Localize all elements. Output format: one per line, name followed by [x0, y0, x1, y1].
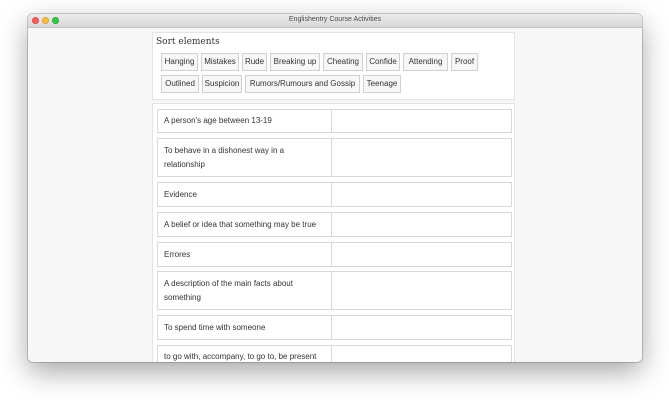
chip-proof[interactable]: Proof	[451, 53, 478, 71]
drop-zone[interactable]	[333, 346, 511, 362]
match-row: A person's age between 13-19	[157, 109, 512, 133]
definition-text: to go with, accompany, to go to, be pres…	[158, 346, 332, 362]
drop-zone[interactable]	[333, 110, 511, 132]
chip-rude[interactable]: Rude	[242, 53, 267, 71]
matching-list: A person's age between 13-19 To behave i…	[152, 103, 515, 362]
definition-text: To spend time with someone	[158, 316, 332, 339]
definition-text: A person's age between 13-19	[158, 110, 332, 132]
chip-mistakes[interactable]: Mistakes	[201, 53, 239, 71]
definition-text: A description of the main facts about so…	[158, 272, 332, 309]
page-content: Sort elements Hanging Mistakes Rude Brea…	[28, 28, 642, 362]
app-window: Englishentry Course Activities Sort elem…	[28, 14, 642, 362]
chip-outlined[interactable]: Outlined	[161, 75, 199, 93]
definition-text: To behave in a dishonest way in a relati…	[158, 139, 332, 176]
chip-teenage[interactable]: Teenage	[363, 75, 401, 93]
match-row: To spend time with someone	[157, 315, 512, 340]
title-bar: Englishentry Course Activities	[28, 14, 642, 28]
drop-zone[interactable]	[333, 316, 511, 339]
match-row: A belief or idea that something may be t…	[157, 212, 512, 237]
chip-cheating[interactable]: Cheating	[323, 53, 363, 71]
chip-attending[interactable]: Attending	[403, 53, 448, 71]
sort-elements-panel: Sort elements Hanging Mistakes Rude Brea…	[152, 32, 515, 100]
drop-zone[interactable]	[333, 213, 511, 236]
drop-zone[interactable]	[333, 272, 511, 309]
sort-elements-title: Sort elements	[156, 37, 220, 47]
definition-text: Errores	[158, 243, 332, 266]
match-row: Evidence	[157, 182, 512, 207]
drop-zone[interactable]	[333, 243, 511, 266]
drop-zone[interactable]	[333, 183, 511, 206]
chip-breaking-up[interactable]: Breaking up	[270, 53, 320, 71]
match-row: Errores	[157, 242, 512, 267]
chip-suspicion[interactable]: Suspicion	[202, 75, 242, 93]
match-row: To behave in a dishonest way in a relati…	[157, 138, 512, 177]
window-title: Englishentry Course Activities	[288, 16, 382, 23]
definition-text: A belief or idea that something may be t…	[158, 213, 332, 236]
match-row: to go with, accompany, to go to, be pres…	[157, 345, 512, 362]
match-row: A description of the main facts about so…	[157, 271, 512, 310]
definition-text: Evidence	[158, 183, 332, 206]
chip-hanging[interactable]: Hanging	[161, 53, 198, 71]
chip-confide[interactable]: Confide	[366, 53, 400, 71]
chip-rumors-and-gossip[interactable]: Rumors/Rumours and Gossip	[245, 75, 360, 93]
drop-zone[interactable]	[333, 139, 511, 176]
